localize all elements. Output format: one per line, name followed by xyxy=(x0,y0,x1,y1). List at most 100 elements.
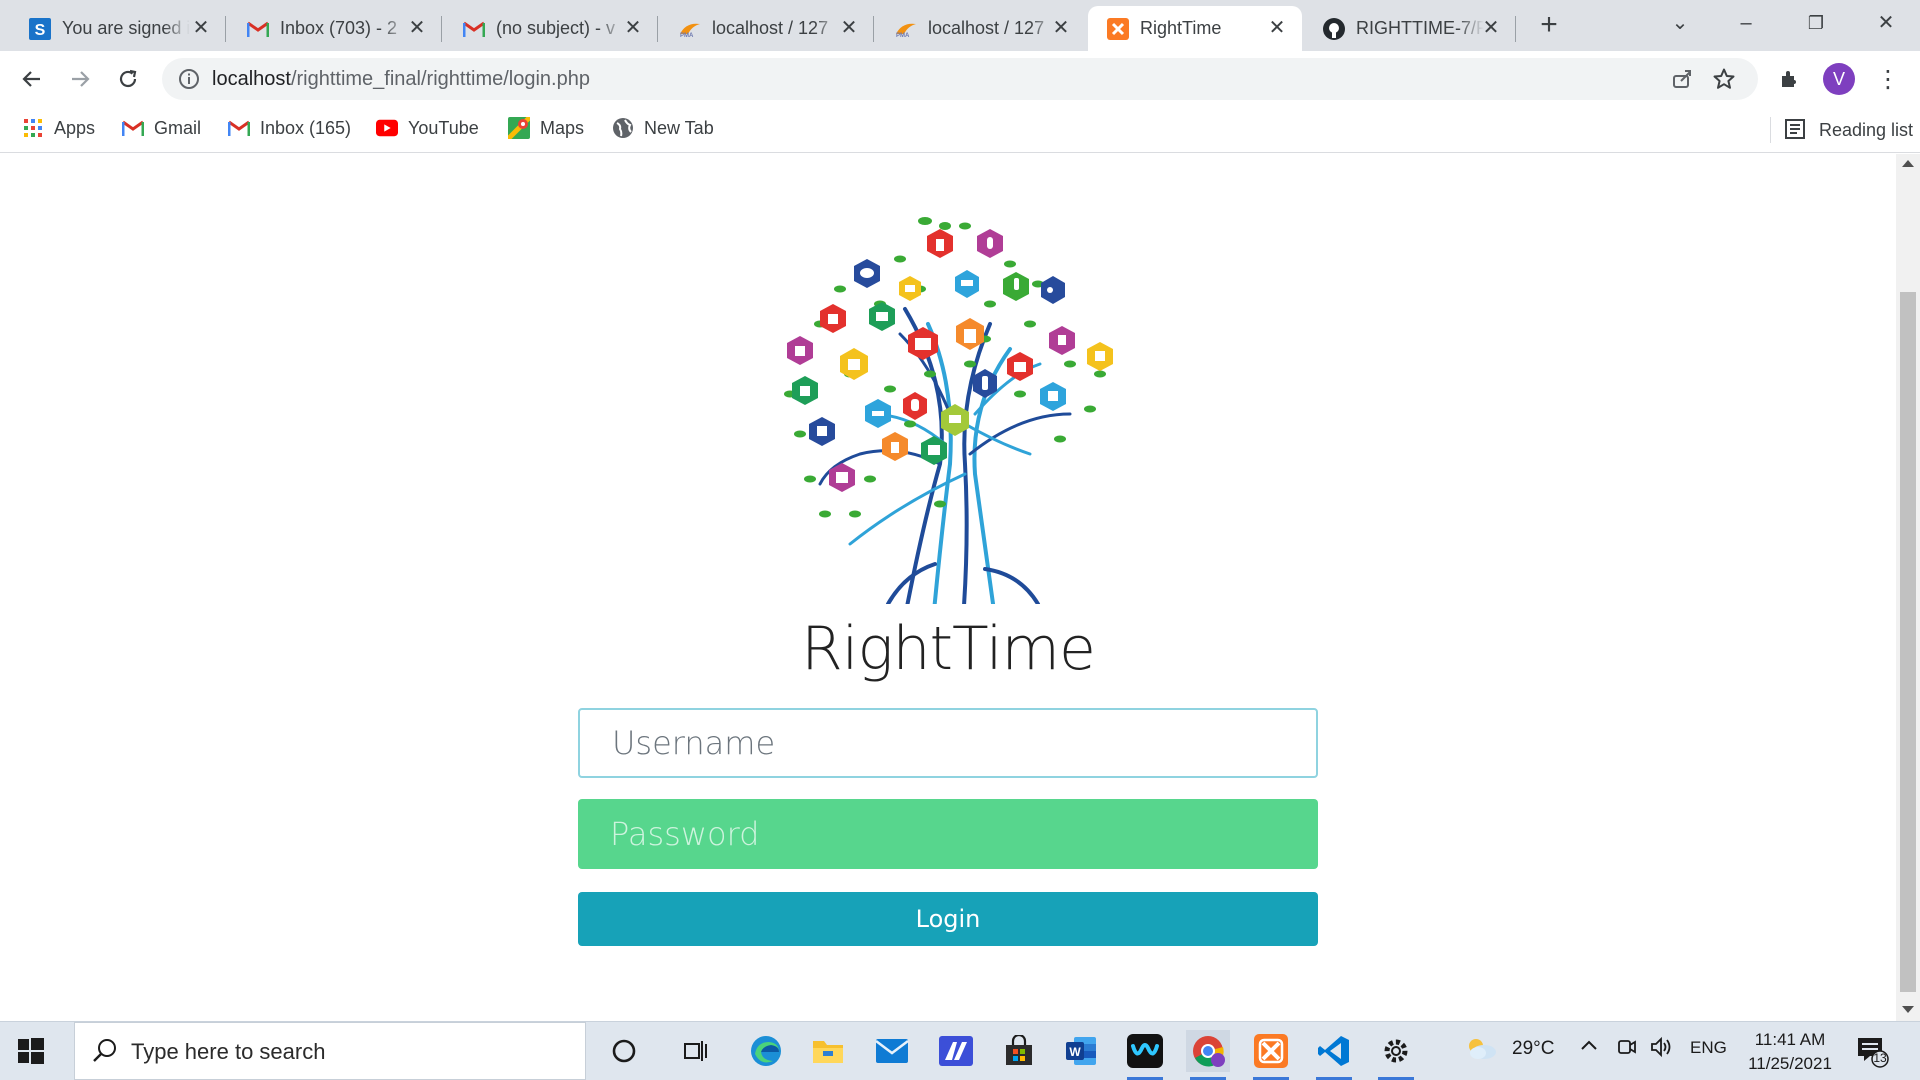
profile-avatar[interactable]: V xyxy=(1823,63,1855,95)
bookmark-label: New Tab xyxy=(644,117,714,138)
tab-label: RIGHTTIME-7/R xyxy=(1356,18,1484,38)
address-bar[interactable]: localhost/righttime_final/righttime/logi… xyxy=(162,58,1758,100)
close-tab-icon[interactable]: ✕ xyxy=(1266,17,1288,39)
settings-gear-icon[interactable] xyxy=(1374,1030,1418,1080)
tab-label: Inbox (703) - 2 xyxy=(280,18,398,38)
windows-start-icon[interactable] xyxy=(18,1038,44,1064)
word-icon[interactable]: W xyxy=(1059,1030,1103,1072)
page-content: RightTime Login xyxy=(0,154,1896,1021)
s-icon: S xyxy=(28,17,52,41)
youtube-icon xyxy=(376,117,398,139)
chrome-icon[interactable] xyxy=(1186,1030,1230,1080)
forward-icon[interactable] xyxy=(64,63,96,95)
scroll-up-icon[interactable] xyxy=(1902,160,1914,167)
back-icon[interactable] xyxy=(16,63,48,95)
cortana-icon[interactable] xyxy=(602,1030,646,1072)
reload-icon[interactable] xyxy=(112,63,144,95)
notification-center-icon[interactable]: 13 xyxy=(1856,1036,1890,1068)
bookmark-label: Inbox (165) xyxy=(260,117,352,138)
weather-temp[interactable]: 29°C xyxy=(1512,1038,1554,1060)
close-window-icon[interactable]: ✕ xyxy=(1866,8,1906,38)
meet-now-icon[interactable] xyxy=(1617,1036,1637,1063)
scroll-thumb[interactable] xyxy=(1900,292,1916,992)
close-tab-icon[interactable]: ✕ xyxy=(190,17,212,39)
maps-icon xyxy=(508,117,530,139)
bookmark-star-icon[interactable] xyxy=(1710,65,1738,93)
scroll-down-icon[interactable] xyxy=(1902,1006,1914,1013)
gmail-icon xyxy=(228,117,250,139)
gmail-icon xyxy=(246,17,270,41)
menu-kebab-icon[interactable]: ⋮ xyxy=(1874,65,1902,93)
extensions-icon[interactable] xyxy=(1776,65,1804,93)
tab-phpmyadmin-2[interactable]: PMA localhost / 127 ✕ xyxy=(876,6,1086,51)
search-placeholder: Type here to search xyxy=(131,1039,326,1064)
github-icon xyxy=(1322,17,1346,41)
clock-time: 11:41 AM xyxy=(1754,1030,1826,1049)
phpmyadmin-icon: PMA xyxy=(894,17,918,41)
close-tab-icon[interactable]: ✕ xyxy=(1480,17,1502,39)
page-scrollbar[interactable] xyxy=(1896,154,1920,1021)
close-tab-icon[interactable]: ✕ xyxy=(838,17,860,39)
gmail-icon xyxy=(462,17,486,41)
new-tab-button[interactable]: + xyxy=(1533,10,1565,42)
webex-icon[interactable] xyxy=(1123,1030,1167,1080)
taskbar-clock[interactable]: 11:41 AM 11/25/2021 xyxy=(1740,1028,1840,1076)
tab-label: localhost / 127 xyxy=(928,18,1045,38)
tab-righttime[interactable]: RightTime ✕ xyxy=(1088,6,1302,51)
brand-title: RightTime xyxy=(801,614,1096,684)
weather-cloud-icon[interactable] xyxy=(1464,1034,1498,1067)
phpmyadmin-icon: PMA xyxy=(678,17,702,41)
bookmarks-bar: Apps Gmail Inbox (165) YouTube Maps New … xyxy=(0,107,1920,153)
righttime-tree-logo xyxy=(784,217,1113,604)
url-text[interactable]: localhost/righttime_final/righttime/logi… xyxy=(212,68,590,91)
bookmark-label: YouTube xyxy=(408,117,479,138)
browser-toolbar: localhost/righttime_final/righttime/logi… xyxy=(0,51,1920,107)
password-field[interactable] xyxy=(578,799,1318,869)
bookmark-gmail[interactable]: Gmail xyxy=(122,117,201,139)
tab-search-icon[interactable]: ⌄ xyxy=(1660,8,1700,38)
tab-strip: S You are signed in ✕ Inbox (703) - 2 ✕ … xyxy=(0,0,1920,51)
vscode-icon[interactable] xyxy=(1312,1030,1356,1080)
svg-text:S: S xyxy=(35,22,46,39)
windows-taskbar: Type here to search W 29°C ENG 11:41 AM … xyxy=(0,1021,1920,1080)
notification-count: 13 xyxy=(1873,1051,1887,1065)
close-tab-icon[interactable]: ✕ xyxy=(622,17,644,39)
close-tab-icon[interactable]: ✕ xyxy=(1050,17,1072,39)
xampp-icon[interactable] xyxy=(1249,1030,1293,1080)
restore-icon[interactable]: ❐ xyxy=(1796,8,1836,38)
minimize-icon[interactable]: – xyxy=(1726,8,1766,38)
ai-app-icon[interactable] xyxy=(934,1030,978,1072)
file-explorer-icon[interactable] xyxy=(806,1030,850,1072)
edge-icon[interactable] xyxy=(744,1030,788,1072)
svg-text:PMA: PMA xyxy=(896,33,910,38)
bookmark-label: Maps xyxy=(540,117,585,138)
store-icon[interactable] xyxy=(997,1030,1041,1072)
tab-no-subject[interactable]: (no subject) - v ✕ xyxy=(444,6,658,51)
share-icon[interactable] xyxy=(1668,65,1696,93)
site-info-icon[interactable] xyxy=(178,68,200,90)
reading-list-icon xyxy=(1785,119,1807,141)
volume-icon[interactable] xyxy=(1650,1036,1674,1063)
tab-label: (no subject) - v xyxy=(496,18,616,38)
tab-phpmyadmin-1[interactable]: PMA localhost / 127 ✕ xyxy=(660,6,874,51)
clock-date: 11/25/2021 xyxy=(1748,1054,1832,1073)
taskbar-search-box[interactable]: Type here to search xyxy=(74,1022,586,1080)
tab-github[interactable]: RIGHTTIME-7/R ✕ xyxy=(1304,6,1516,51)
bookmark-inbox[interactable]: Inbox (165) xyxy=(228,117,351,139)
mail-icon[interactable] xyxy=(870,1030,914,1072)
task-view-icon[interactable] xyxy=(673,1030,717,1072)
bookmark-apps[interactable]: Apps xyxy=(22,117,95,139)
close-tab-icon[interactable]: ✕ xyxy=(406,17,428,39)
language-indicator[interactable]: ENG xyxy=(1690,1038,1727,1058)
apps-grid-icon xyxy=(22,117,44,139)
username-field[interactable] xyxy=(578,708,1318,778)
login-button[interactable]: Login xyxy=(578,892,1318,946)
tab-signed-in[interactable]: S You are signed in ✕ xyxy=(10,6,226,51)
tab-inbox[interactable]: Inbox (703) - 2 ✕ xyxy=(228,6,442,51)
reading-list-button[interactable]: Reading list xyxy=(1770,117,1913,143)
bookmark-maps[interactable]: Maps xyxy=(508,117,584,139)
bookmark-new-tab[interactable]: New Tab xyxy=(612,117,714,139)
search-icon xyxy=(91,1037,119,1065)
chevron-up-icon[interactable] xyxy=(1580,1036,1598,1057)
bookmark-youtube[interactable]: YouTube xyxy=(376,117,479,139)
